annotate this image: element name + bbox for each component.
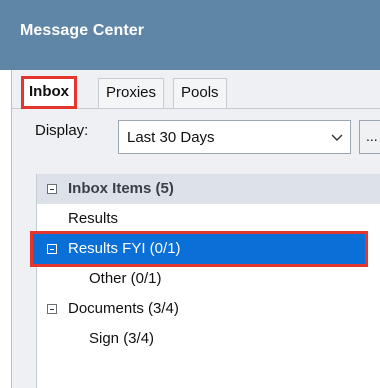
- window-title: Message Center: [20, 22, 145, 39]
- tree-item-label: Results FYI (0/1): [68, 240, 181, 257]
- tree-item-results-fyi[interactable]: Results FYI (0/1): [30, 231, 368, 267]
- tree-item-label: Documents (3/4): [68, 300, 179, 317]
- tree-item-documents[interactable]: Documents (3/4): [37, 294, 380, 324]
- tab-proxies[interactable]: Proxies: [98, 78, 165, 108]
- message-center-panel: Inbox Proxies Pools Display: Last 30 Day…: [11, 70, 380, 388]
- tree-item-results[interactable]: Results: [37, 204, 380, 234]
- display-select-value: Last 30 Days: [127, 129, 215, 146]
- tree-item-label: Sign (3/4): [89, 330, 155, 347]
- chevron-down-icon: [331, 134, 343, 141]
- tree-root-inbox-items[interactable]: Inbox Items (5): [37, 174, 380, 204]
- collapse-icon[interactable]: [47, 244, 57, 254]
- tree-item-label: Other (0/1): [89, 270, 162, 287]
- message-center-titlebar: Message Center: [0, 0, 380, 70]
- tree-item-label: Results: [68, 210, 119, 227]
- inbox-tree: Inbox Items (5) Results Results FYI (0/1…: [30, 174, 380, 388]
- tree-item-other[interactable]: Other (0/1): [37, 264, 380, 294]
- tree-root-label: Inbox Items (5): [68, 180, 174, 197]
- display-more-button[interactable]: ...: [359, 120, 380, 154]
- tab-pools[interactable]: Pools: [173, 78, 227, 108]
- collapse-icon[interactable]: [47, 184, 57, 194]
- display-select[interactable]: Last 30 Days: [118, 120, 351, 154]
- tab-inbox[interactable]: Inbox: [21, 76, 77, 109]
- collapse-icon[interactable]: [47, 304, 57, 314]
- display-label: Display:: [35, 122, 89, 139]
- tree-item-sign[interactable]: Sign (3/4): [37, 324, 380, 354]
